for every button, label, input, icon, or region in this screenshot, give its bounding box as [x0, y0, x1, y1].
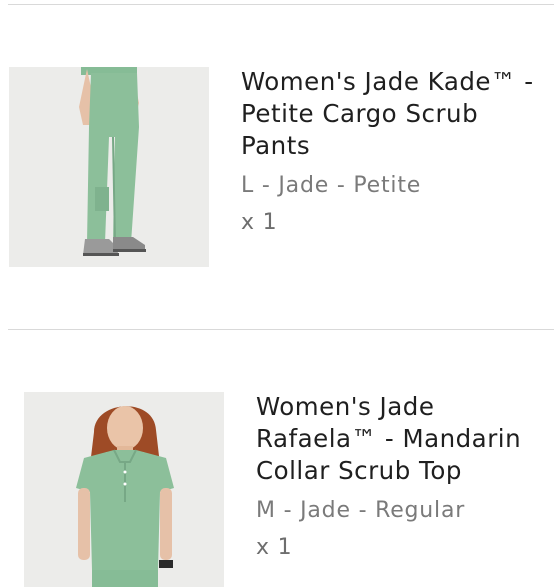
cart-items-page: Women's Jade Kade™ - Petite Cargo Scrub …: [0, 0, 554, 587]
product-title-line: Pants: [241, 131, 311, 160]
product-image-scrub-pants[interactable]: [9, 67, 209, 267]
scrub-top-photo: [24, 392, 224, 587]
product-title-line: Collar Scrub Top: [256, 456, 462, 485]
product-title[interactable]: Women's Jade Kade™ - Petite Cargo Scrub …: [241, 66, 534, 162]
scrub-pants-photo: [9, 67, 209, 267]
product-quantity: x 1: [256, 535, 293, 560]
cart-item-info: Women's Jade Kade™ - Petite Cargo Scrub …: [241, 66, 534, 237]
product-title-line: Petite Cargo Scrub: [241, 99, 479, 128]
product-title-line: Women's Jade: [256, 392, 435, 421]
item-divider: [8, 329, 554, 330]
product-image-scrub-top[interactable]: [24, 392, 224, 587]
product-title[interactable]: Women's Jade Rafaela™ - Mandarin Collar …: [256, 391, 521, 487]
top-divider: [8, 4, 554, 5]
product-quantity: x 1: [241, 210, 278, 235]
product-title-line: Rafaela™ - Mandarin: [256, 424, 522, 453]
cart-item-info: Women's Jade Rafaela™ - Mandarin Collar …: [256, 391, 521, 562]
product-variant: M - Jade - Regular: [256, 498, 466, 523]
product-title-line: Women's Jade Kade™ -: [241, 67, 534, 96]
product-variant: L - Jade - Petite: [241, 173, 422, 198]
